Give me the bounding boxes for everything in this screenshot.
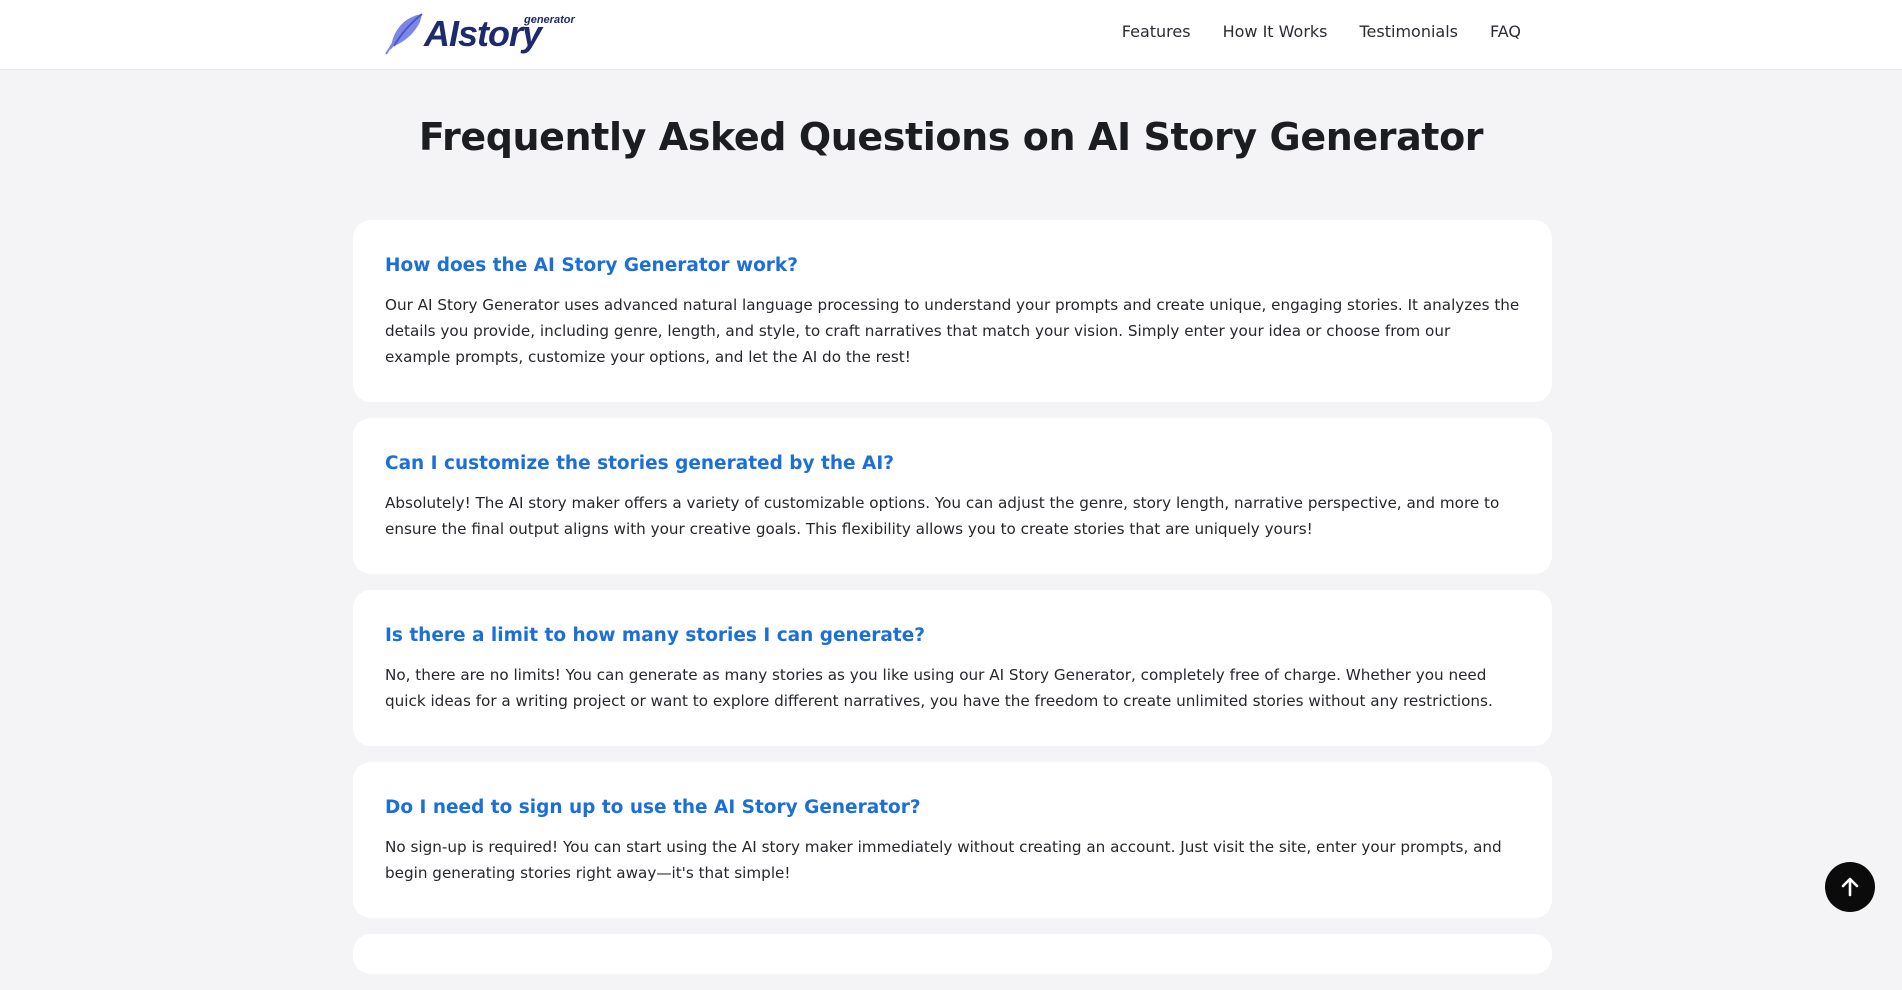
site-header: AIstory generator Features How It Works …	[0, 0, 1902, 70]
faq-card: Is there a limit to how many stories I c…	[353, 590, 1552, 746]
nav-testimonials[interactable]: Testimonials	[1360, 22, 1459, 41]
faq-answer: Absolutely! The AI story maker offers a …	[385, 494, 1500, 538]
faq-card: Can I customize the stories generated by…	[353, 418, 1552, 574]
faq-question: How does the AI Story Generator work?	[385, 255, 798, 276]
faq-list: How does the AI Story Generator work? Ou…	[353, 220, 1552, 990]
scroll-to-top-button[interactable]	[1825, 862, 1875, 912]
logo-subtitle: generator	[524, 14, 575, 26]
faq-answer: No, there are no limits! You can generat…	[385, 666, 1493, 710]
main-nav: Features How It Works Testimonials FAQ	[1122, 22, 1521, 41]
faq-answer: Our AI Story Generator uses advanced nat…	[385, 296, 1520, 366]
faq-question: Do I need to sign up to use the AI Story…	[385, 797, 921, 818]
faq-question: Is there a limit to how many stories I c…	[385, 625, 926, 646]
page-title: Frequently Asked Questions on AI Story G…	[418, 115, 1484, 159]
nav-features[interactable]: Features	[1122, 22, 1191, 41]
faq-card: Do I need to sign up to use the AI Story…	[353, 762, 1552, 918]
faq-card-partial	[353, 934, 1552, 974]
faq-answer: No sign-up is required! You can start us…	[385, 838, 1502, 882]
site-logo[interactable]: AIstory generator	[384, 12, 575, 56]
faq-question: Can I customize the stories generated by…	[385, 453, 894, 474]
nav-faq[interactable]: FAQ	[1490, 22, 1521, 41]
feather-icon	[385, 13, 423, 55]
faq-card: How does the AI Story Generator work? Ou…	[353, 220, 1552, 402]
arrow-up-icon	[1841, 877, 1859, 897]
nav-how-it-works[interactable]: How It Works	[1223, 22, 1328, 41]
